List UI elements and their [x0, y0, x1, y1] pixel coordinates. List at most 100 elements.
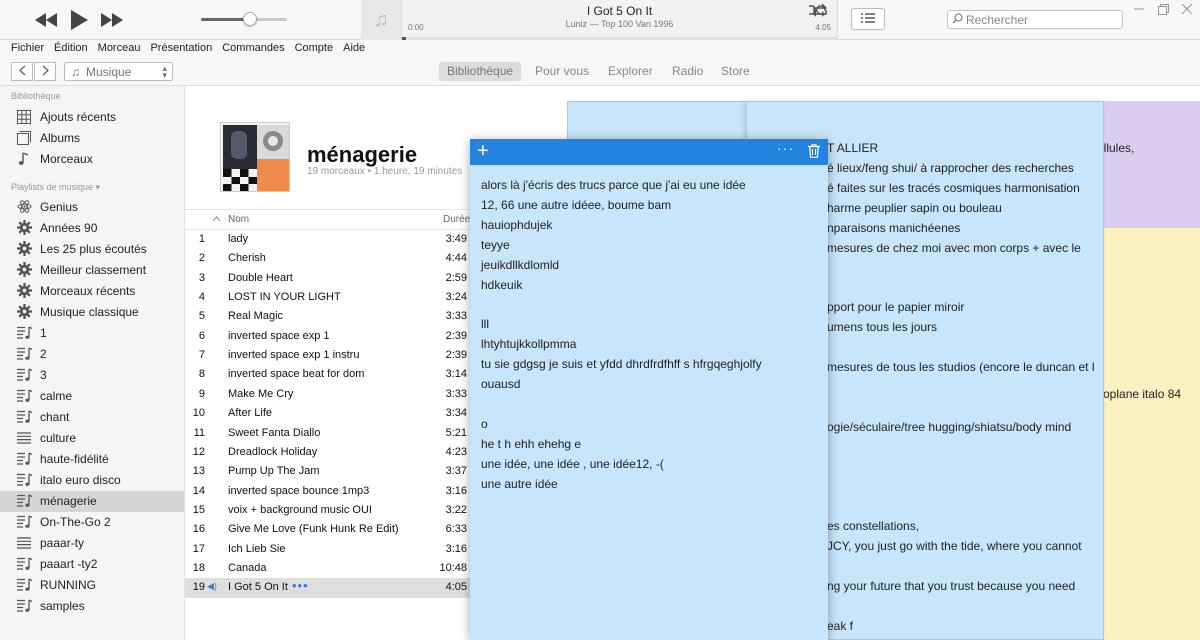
sidebar-item-musique-classique[interactable]: Musique classique — [0, 301, 184, 322]
menu-item[interactable]: Morceau — [98, 40, 141, 57]
sidebar-item-italo-euro-disco[interactable]: italo euro disco — [0, 470, 184, 491]
table-row[interactable]: 17 Ich Lieb Sie 3:16 — [185, 540, 475, 559]
sidebar-item-paaart-ty2[interactable]: paaart -ty2 — [0, 554, 184, 575]
tab-pour-vous[interactable]: Pour vous — [527, 62, 597, 81]
restore-icon[interactable] — [1155, 3, 1171, 15]
table-row[interactable]: 3 Double Heart 2:59 — [185, 269, 475, 288]
close-icon[interactable] — [1179, 3, 1195, 15]
volume-knob[interactable] — [243, 12, 258, 26]
menu-item[interactable]: Fichier — [11, 40, 44, 57]
column-header-name[interactable]: Nom — [228, 210, 249, 229]
volume-slider[interactable] — [201, 12, 287, 26]
table-row[interactable]: 10 After Life 3:34 — [185, 404, 475, 423]
add-note-icon[interactable]: + — [477, 141, 489, 161]
playlist-icon — [16, 493, 32, 509]
track-number: 16 — [192, 523, 205, 536]
sidebar-item-genius[interactable]: Genius — [0, 196, 184, 217]
sidebar-item-morceaux-récents[interactable]: Morceaux récents — [0, 280, 184, 301]
sidebar-item-1[interactable]: 1 — [0, 322, 184, 343]
track-name: Make Me Cry — [228, 387, 294, 400]
table-row[interactable]: 5 Real Magic 3:33 — [185, 307, 475, 326]
table-row[interactable]: 11 Sweet Fanta Diallo 5:21 — [185, 424, 475, 443]
music-note-icon: ♫ — [71, 64, 80, 79]
minimize-icon[interactable] — [1131, 3, 1147, 15]
sidebar-item-samples[interactable]: samples — [0, 596, 184, 617]
table-row[interactable]: 19 ◀) I Got 5 On It ••• 4:05 — [185, 578, 475, 598]
sidebar-item-années-90[interactable]: Années 90 — [0, 217, 184, 238]
now-playing-display[interactable]: I Got 5 On It Luniz — Top 100 Van 1996 0… — [401, 0, 838, 40]
total-time: 4:05 — [815, 23, 831, 32]
search-icon — [952, 12, 963, 27]
sticky-note-yellow[interactable]: e oplane italo 84 — [1103, 228, 1200, 640]
table-row[interactable]: 8 inverted space beat for dom 3:14 — [185, 365, 475, 384]
more-options-icon[interactable]: ··· — [777, 140, 794, 156]
up-next-button[interactable] — [851, 8, 885, 30]
sidebar-item-calme[interactable]: calme — [0, 385, 184, 406]
menu-item[interactable]: Aide — [343, 40, 365, 57]
sidebar-item-albums[interactable]: Albums — [0, 127, 184, 148]
sidebar-item-on-the-go-2[interactable]: On-The-Go 2 — [0, 512, 184, 533]
sidebar-item-label: Genius — [40, 199, 79, 214]
sidebar-item-morceaux[interactable]: Morceaux — [0, 148, 184, 169]
playlist-subtitle: 19 morceaux • 1 heure, 19 minutes — [307, 166, 463, 177]
menu-item[interactable]: Édition — [54, 40, 88, 57]
sticky-note-purple[interactable]: ellules, — [1103, 101, 1200, 228]
note-line: umens tous les jours — [827, 320, 938, 335]
table-row[interactable]: 2 Cherish 4:44 — [185, 249, 475, 268]
track-name: inverted space beat for dom — [228, 368, 365, 381]
sidebar-item-ménagerie[interactable]: ménagerie — [0, 490, 184, 512]
media-kind-select[interactable]: ♫ Musique ▴ ▾ — [64, 62, 173, 81]
note-line: ng your future that you trust because yo… — [827, 578, 1076, 593]
fast-forward-icon[interactable] — [100, 9, 124, 31]
sidebar-item-label: Ajouts récents — [40, 109, 117, 124]
forward-button[interactable] — [34, 62, 56, 81]
table-row[interactable]: 4 LOST IN YOUR LIGHT 3:24 — [185, 288, 475, 307]
search-input[interactable] — [966, 12, 1116, 27]
table-row[interactable]: 6 inverted space exp 1 2:39 — [185, 327, 475, 346]
menu-item[interactable]: Présentation — [150, 40, 212, 57]
table-row[interactable]: 18 Canada 10:48 — [185, 559, 475, 578]
track-number: 14 — [192, 484, 205, 497]
table-row[interactable]: 1 lady 3:49 — [185, 230, 475, 249]
column-header-duration[interactable]: Durée — [443, 210, 470, 229]
sidebar-item-les-25-plus-écoutés[interactable]: Les 25 plus écoutés — [0, 238, 184, 259]
sidebar-item-ajouts-récents[interactable]: Ajouts récents — [0, 106, 184, 127]
tab-explorer[interactable]: Explorer — [600, 62, 661, 81]
sidebar-item-paaar-ty[interactable]: paaar-ty — [0, 533, 184, 554]
tab-bibliothèque[interactable]: Bibliothèque — [439, 62, 522, 81]
sidebar-item-label: culture — [40, 431, 77, 446]
sidebar-item-culture[interactable]: culture — [0, 428, 184, 449]
sidebar-item-haute-fidélité[interactable]: haute-fidélité — [0, 449, 184, 470]
sidebar-item-meilleur-classement[interactable]: Meilleur classement — [0, 259, 184, 280]
repeat-icon[interactable] — [811, 3, 829, 22]
track-name: Cherish — [228, 252, 266, 265]
playlist-icon — [16, 598, 32, 614]
sidebar-item-2[interactable]: 2 — [0, 343, 184, 364]
table-row[interactable]: 12 Dreadlock Holiday 4:23 — [185, 443, 475, 462]
back-button[interactable] — [11, 62, 33, 81]
note-line: lll — [481, 317, 489, 332]
table-row[interactable]: 14 inverted space bounce 1mp3 3:16 — [185, 482, 475, 501]
play-icon[interactable] — [67, 9, 91, 31]
note-line: é faites sur les tracés cosmiques harmon… — [827, 180, 1080, 195]
track-name: inverted space exp 1 instru — [228, 349, 360, 362]
table-row[interactable]: 9 Make Me Cry 3:33 — [185, 385, 475, 404]
music-note-icon: ♫ — [373, 8, 389, 31]
table-row[interactable]: 13 Pump Up The Jam 3:37 — [185, 462, 475, 481]
table-row[interactable]: 7 inverted space exp 1 instru 2:39 — [185, 346, 475, 365]
table-row[interactable]: 15 voix + background music OUI 3:22 — [185, 501, 475, 520]
sidebar-item-running[interactable]: RUNNING — [0, 575, 184, 596]
more-options-icon[interactable]: ••• — [292, 578, 309, 593]
table-row[interactable]: 16 Give Me Love (Funk Hunk Re Edit) 6:33 — [185, 520, 475, 539]
trash-icon[interactable] — [808, 144, 820, 161]
menu-item[interactable]: Commandes — [222, 40, 284, 57]
tab-radio[interactable]: Radio — [664, 62, 711, 81]
tab-store[interactable]: Store — [713, 62, 758, 81]
search-box[interactable] — [947, 10, 1123, 29]
rewind-icon[interactable] — [34, 9, 58, 31]
sidebar-item-chant[interactable]: chant — [0, 407, 184, 428]
menu-item[interactable]: Compte — [295, 40, 334, 57]
sticky-note-front[interactable]: + ··· alors là j'écris des trucs parce q… — [470, 139, 828, 640]
playlists-header[interactable]: Playlists de musique ▾ — [11, 182, 100, 193]
sidebar-item-3[interactable]: 3 — [0, 364, 184, 385]
